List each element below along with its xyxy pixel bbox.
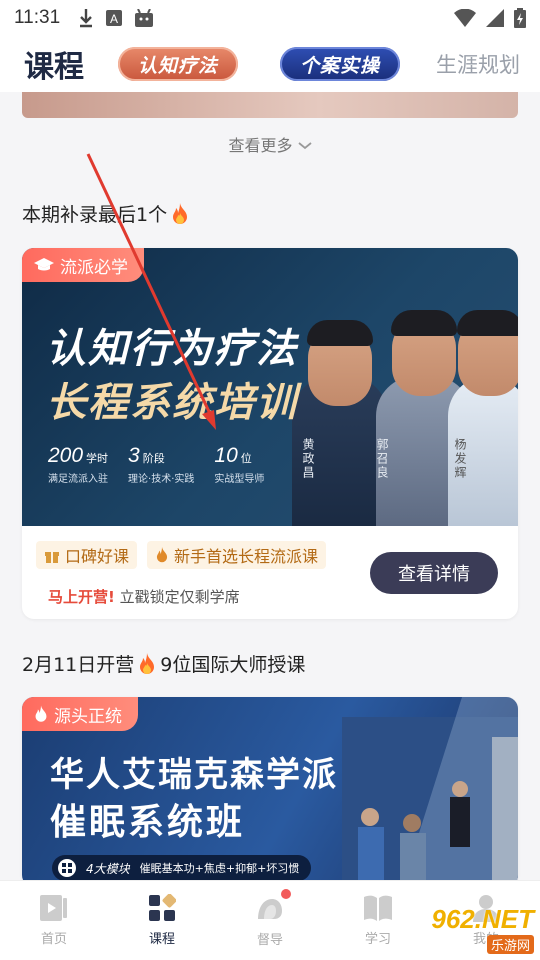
section-title-2-date: 2月11日开营: [22, 654, 135, 676]
notification-dot: [280, 889, 291, 899]
chevron-down-icon: [297, 142, 312, 150]
flame-icon: [140, 652, 155, 674]
chip-good-reviews-label: 口碑好课: [65, 547, 130, 566]
stat-mentors: 10 位 实战型导师: [214, 444, 264, 485]
stat-hours: 200 学时 满足流派入驻: [48, 444, 108, 485]
stage-scene-image: [342, 697, 518, 880]
course-card-hypnosis[interactable]: 源头正统 华人艾瑞克森学派 催眠系统班 4大模块 催眠基本功+焦虑+抑郁+坏习惯: [22, 697, 518, 880]
heads-icon: [258, 899, 282, 919]
badge-label: 流派必学: [60, 257, 128, 278]
module-strip: 4大模块 催眠基本功+焦虑+抑郁+坏习惯: [52, 855, 312, 880]
play-icon: [40, 895, 67, 921]
chip-good-reviews: 口碑好课: [36, 541, 138, 569]
teacher-name-2: 郭召良: [375, 438, 389, 480]
stat-hours-unit: 学时: [86, 452, 109, 465]
section-title-2-text: 9位国际大师授课: [160, 654, 306, 676]
teacher-name-1: 黄政昌: [301, 438, 315, 480]
book-icon: [364, 895, 392, 921]
stat-stages-unit: 阶段: [142, 452, 165, 465]
course-stats: 200 学时 满足流派入驻 3 阶段 理论·技术·实践 10 位 实战型导师: [48, 444, 264, 485]
module-desc: 催眠基本功+焦虑+抑郁+坏习惯: [139, 862, 300, 875]
previous-course-banner[interactable]: [22, 92, 518, 118]
course-card-footer: 口碑好课 新手首选长程流派课 马上开营! 立戳锁定仅剩学席 查看详情: [22, 526, 518, 619]
course2-title-line2: 催眠系统班: [50, 801, 246, 843]
nav-courses[interactable]: 课程: [108, 881, 216, 960]
top-category-tabs: 课程 认知疗法 个案实操 生涯规划: [0, 36, 540, 96]
section-title-2: 2月11日开营 9位国际大师授课: [22, 650, 305, 677]
urgent-notice: 马上开营! 立戳锁定仅剩学席: [48, 586, 240, 607]
tab-career-planning[interactable]: 生涯规划: [436, 49, 520, 79]
course-title-line1: 认知行为疗法: [46, 325, 298, 372]
chip-beginner-first: 新手首选长程流派课: [147, 541, 327, 569]
section-title-1: 本期补录最后1个: [22, 200, 189, 227]
status-right: [454, 8, 526, 28]
stat-hours-desc: 满足流派入驻: [48, 474, 108, 485]
nav-supervision[interactable]: 督导: [216, 881, 324, 960]
android-icon: [135, 9, 154, 27]
flame-badge-icon: [35, 705, 47, 722]
watermark-top: 962.NET: [431, 904, 534, 934]
stat-mentors-num: 10: [214, 444, 238, 467]
teacher-photo-1: [292, 296, 388, 526]
badge-orthodox: 源头正统: [22, 697, 138, 731]
urgent-highlight: 马上开营!: [48, 588, 115, 606]
status-time: 11:31: [14, 7, 61, 28]
tab-cognitive-therapy[interactable]: 认知疗法: [118, 47, 239, 81]
watermark-bottom: 乐游网: [486, 935, 534, 954]
course2-title-line1: 华人艾瑞克森学派: [50, 755, 338, 795]
flame-small-icon: [156, 547, 168, 563]
status-notification-icons: A: [78, 8, 154, 28]
section-title-1-text: 本期补录最后1个: [22, 204, 168, 226]
battery-icon: [514, 8, 526, 28]
site-watermark: 962.NET 乐游网: [431, 904, 534, 954]
badge-must-learn: 流派必学: [22, 248, 144, 282]
course-card-cbt[interactable]: 黄政昌 郭召良 杨发辉 流派必学 认知行为疗法 长程系统培训 200 学时 满足流…: [22, 248, 518, 619]
grid-modules-icon: [58, 859, 76, 877]
badge-orthodox-label: 源头正统: [54, 706, 122, 727]
nav-courses-label: 课程: [148, 932, 175, 947]
see-more-link[interactable]: 查看更多: [0, 132, 540, 156]
course-tags: 口碑好课 新手首选长程流派课: [36, 541, 327, 569]
course-banner-cbt[interactable]: 黄政昌 郭召良 杨发辉 流派必学 认知行为疗法 长程系统培训 200 学时 满足流…: [22, 248, 518, 526]
teacher-name-3: 杨发辉: [453, 438, 467, 480]
wifi-icon: [454, 9, 476, 27]
stat-mentors-unit: 位: [240, 452, 252, 465]
stat-mentors-desc: 实战型导师: [214, 474, 265, 485]
nav-study-label: 学习: [364, 932, 391, 947]
urgent-text: 立戳锁定仅剩学席: [119, 588, 240, 606]
bottom-nav: 首页 课程 督导 学习 我的 962.NET 乐游网: [0, 880, 540, 960]
chip-beginner-first-label: 新手首选长程流派课: [174, 547, 319, 566]
gift-icon: [45, 552, 59, 563]
nav-study[interactable]: 学习: [324, 881, 432, 960]
nav-home-label: 首页: [40, 932, 67, 947]
teacher-photo-3: [448, 286, 518, 526]
svg-text:A: A: [110, 12, 118, 26]
stat-stages-num: 3: [128, 444, 140, 467]
tab-case-practice[interactable]: 个案实操: [280, 47, 401, 81]
grid-icon: [149, 894, 176, 921]
tab-courses[interactable]: 课程: [24, 42, 84, 96]
view-details-button[interactable]: 查看详情: [370, 552, 498, 594]
see-more-label: 查看更多: [228, 136, 293, 155]
flame-icon: [173, 202, 188, 224]
graduation-cap-icon: [34, 258, 54, 271]
module-title: 4大模块: [86, 861, 130, 876]
stat-hours-num: 200: [48, 444, 84, 467]
course-feed[interactable]: 查看更多 本期补录最后1个 黄政昌 郭召良 杨发辉 流派必学 认知行为疗法 长程…: [0, 92, 540, 880]
nav-home[interactable]: 首页: [0, 881, 108, 960]
download-icon: [80, 9, 93, 28]
nav-supervision-label: 督导: [256, 933, 283, 948]
status-bar: 11:31 A: [0, 0, 540, 36]
course-title-line2: 长程系统培训: [46, 379, 298, 426]
signal-icon: [486, 9, 504, 27]
app-a-icon: A: [106, 10, 123, 26]
course-banner-hypnosis[interactable]: 源头正统 华人艾瑞克森学派 催眠系统班 4大模块 催眠基本功+焦虑+抑郁+坏习惯: [22, 697, 518, 880]
stat-stages-desc: 理论·技术·实践: [128, 474, 195, 485]
stat-stages: 3 阶段 理论·技术·实践: [128, 444, 194, 485]
